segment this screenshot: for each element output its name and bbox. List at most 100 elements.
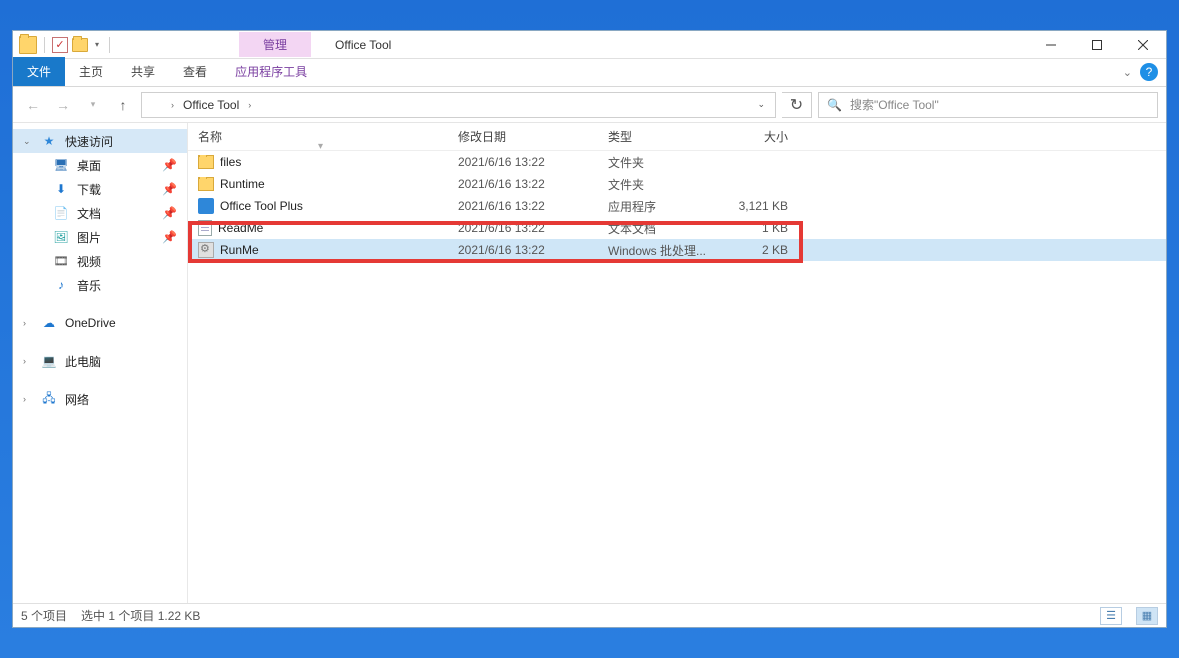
close-button[interactable] [1120, 31, 1166, 58]
cell-name: RunMe [188, 242, 448, 258]
sidebar-this-pc[interactable]: › 💻 此电脑 [13, 349, 187, 373]
recent-locations-button[interactable]: ▾ [81, 93, 105, 117]
label: 下载 [77, 181, 101, 198]
music-icon: ♪ [53, 277, 69, 293]
chevron-right-icon[interactable]: › [245, 100, 254, 110]
cell-type: 文件夹 [598, 154, 718, 171]
pin-icon[interactable]: 📌 [162, 206, 177, 220]
sidebar-network[interactable]: › 🖧 网络 [13, 387, 187, 411]
expand-icon[interactable]: › [23, 394, 26, 404]
sidebar-quick-access[interactable]: ⌄ ★ 快速访问 [13, 129, 187, 153]
cell-type: Windows 批处理... [598, 242, 718, 259]
label: 桌面 [77, 157, 101, 174]
cell-type: 应用程序 [598, 198, 718, 215]
cell-date: 2021/6/16 13:22 [448, 243, 598, 257]
view-large-icons-button[interactable]: ▦ [1136, 607, 1158, 625]
qat-open-icon[interactable] [72, 38, 88, 52]
cell-name: files [188, 155, 448, 169]
cell-name: Runtime [188, 177, 448, 191]
tab-file[interactable]: 文件 [13, 57, 65, 86]
file-row[interactable]: Office Tool Plus2021/6/16 13:22应用程序3,121… [188, 195, 1166, 217]
label: 图片 [77, 229, 101, 246]
separator [109, 37, 110, 53]
minimize-button[interactable] [1028, 31, 1074, 58]
label: 网络 [65, 391, 89, 408]
folder-icon [146, 97, 164, 113]
cell-name: Office Tool Plus [188, 198, 448, 214]
label: 快速访问 [65, 133, 113, 150]
ribbon-tabs: 文件 主页 共享 查看 应用程序工具 ⌄ ? [13, 59, 1166, 87]
file-row[interactable]: files2021/6/16 13:22文件夹 [188, 151, 1166, 173]
cell-size: 2 KB [718, 243, 798, 257]
sidebar-desktop[interactable]: 🖥 桌面 📌 [13, 153, 187, 177]
qat-properties-icon[interactable]: ✓ [52, 37, 68, 53]
col-size[interactable]: 大小 [718, 128, 798, 145]
cell-size: 3,121 KB [718, 199, 798, 213]
file-list[interactable]: files2021/6/16 13:22文件夹Runtime2021/6/16 … [188, 151, 1166, 261]
file-row[interactable]: RunMe2021/6/16 13:22Windows 批处理...2 KB [188, 239, 1166, 261]
context-tab-manage[interactable]: 管理 [239, 32, 311, 57]
view-details-button[interactable]: ☰ [1100, 607, 1122, 625]
pin-icon[interactable]: 📌 [162, 230, 177, 244]
sidebar-pictures[interactable]: 🖼 图片 📌 [13, 225, 187, 249]
search-icon: 🔍 [827, 98, 842, 112]
pin-icon[interactable]: 📌 [162, 182, 177, 196]
cell-name: ReadMe [188, 220, 448, 236]
back-button[interactable]: ← [21, 93, 45, 117]
help-icon[interactable]: ? [1140, 63, 1158, 81]
status-item-count: 5 个项目 [21, 607, 67, 624]
file-row[interactable]: Runtime2021/6/16 13:22文件夹 [188, 173, 1166, 195]
column-headers: 名称 修改日期 类型 大小 ▾ [188, 123, 1166, 151]
tab-home[interactable]: 主页 [65, 57, 117, 86]
cell-date: 2021/6/16 13:22 [448, 177, 598, 191]
computer-icon: 💻 [41, 353, 57, 369]
pictures-icon: 🖼 [53, 229, 69, 245]
label: 此电脑 [65, 353, 101, 370]
video-icon: 🎞 [53, 253, 69, 269]
qat-dropdown-icon[interactable]: ▾ [92, 40, 102, 49]
window-title: Office Tool [335, 38, 391, 52]
pin-icon[interactable]: 📌 [162, 158, 177, 172]
expand-icon[interactable]: › [23, 356, 26, 366]
cell-date: 2021/6/16 13:22 [448, 155, 598, 169]
expand-icon[interactable]: ⌄ [23, 136, 31, 147]
cloud-icon: ☁ [41, 315, 57, 331]
address-bar[interactable]: › Office Tool › ⌄ [141, 92, 776, 118]
desktop-icon: 🖥 [53, 157, 69, 173]
sidebar-documents[interactable]: 📄 文档 📌 [13, 201, 187, 225]
search-box[interactable]: 🔍 搜索"Office Tool" [818, 92, 1158, 118]
nav-bar: ← → ▾ ↑ › Office Tool › ⌄ ↻ 🔍 搜索"Office … [13, 87, 1166, 123]
label: 文档 [77, 205, 101, 222]
address-dropdown-icon[interactable]: ⌄ [751, 99, 771, 110]
tab-share[interactable]: 共享 [117, 57, 169, 86]
col-date[interactable]: 修改日期 [448, 128, 598, 145]
file-row[interactable]: ReadMe2021/6/16 13:22文本文档1 KB [188, 217, 1166, 239]
folder-icon [19, 36, 37, 54]
tab-view[interactable]: 查看 [169, 57, 221, 86]
document-icon: 📄 [53, 205, 69, 221]
download-icon: ⬇ [53, 181, 69, 197]
expand-icon[interactable]: › [23, 318, 26, 328]
network-icon: 🖧 [41, 391, 57, 407]
cell-size: 1 KB [718, 221, 798, 235]
col-type[interactable]: 类型 [598, 128, 718, 145]
cell-type: 文件夹 [598, 176, 718, 193]
breadcrumb-segment[interactable]: Office Tool [181, 98, 241, 112]
quick-access-toolbar: ✓ ▾ [13, 31, 119, 58]
body: ⌄ ★ 快速访问 🖥 桌面 📌 ⬇ 下载 📌 📄 文档 📌 🖼 图片 [13, 123, 1166, 603]
search-placeholder: 搜索"Office Tool" [850, 96, 939, 113]
tab-app-tools[interactable]: 应用程序工具 [221, 57, 321, 86]
label: OneDrive [65, 316, 116, 330]
sidebar-videos[interactable]: 🎞 视频 [13, 249, 187, 273]
sidebar-music[interactable]: ♪ 音乐 [13, 273, 187, 297]
sidebar-downloads[interactable]: ⬇ 下载 📌 [13, 177, 187, 201]
label: 视频 [77, 253, 101, 270]
maximize-button[interactable] [1074, 31, 1120, 58]
ribbon-collapse-icon[interactable]: ⌄ [1123, 66, 1132, 79]
status-bar: 5 个项目 选中 1 个项目 1.22 KB ☰ ▦ [13, 603, 1166, 627]
up-button[interactable]: ↑ [111, 93, 135, 117]
chevron-right-icon[interactable]: › [168, 100, 177, 110]
forward-button[interactable]: → [51, 93, 75, 117]
sidebar-onedrive[interactable]: › ☁ OneDrive [13, 311, 187, 335]
refresh-button[interactable]: ↻ [782, 92, 812, 118]
